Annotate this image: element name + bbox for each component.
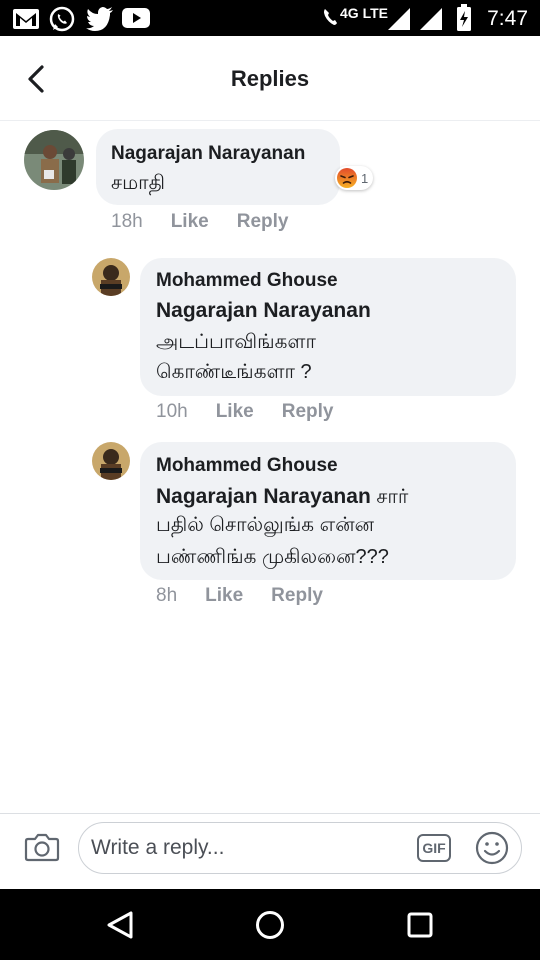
avatar[interactable] [24, 130, 84, 190]
whatsapp-icon [49, 6, 75, 32]
like-button[interactable]: Like [216, 401, 254, 422]
reaction-count: 1 [361, 170, 369, 186]
page-title: Replies [230, 66, 310, 91]
comment-text-line: கொண்டீங்களா ? [156, 361, 312, 383]
comment-time: 10h [156, 401, 188, 422]
youtube-icon [122, 8, 150, 28]
signal-icon [388, 8, 410, 30]
comment-author[interactable]: Mohammed Ghouse [156, 270, 338, 292]
mention-tag[interactable]: Nagarajan Narayanan [156, 485, 371, 508]
avatar[interactable] [92, 442, 130, 480]
reaction-badge[interactable]: 1 [335, 166, 374, 190]
mention-line: Nagarajan Narayanan சார் [156, 482, 408, 512]
reply-placeholder: Write a reply... [91, 836, 225, 859]
mention-tag[interactable]: Nagarajan Narayanan [156, 299, 371, 323]
comment-actions: 10h Like Reply [156, 401, 361, 423]
camera-icon[interactable] [24, 831, 60, 863]
back-nav-icon[interactable] [104, 909, 136, 941]
comment-author[interactable]: Nagarajan Narayanan [111, 143, 305, 165]
comment-time: 18h [111, 211, 143, 232]
comment-actions: 18h Like Reply [111, 211, 316, 233]
signal-icon-2 [420, 8, 442, 30]
call-hd-icon [324, 9, 337, 25]
reply-input[interactable]: Write a reply... GIF [78, 822, 522, 874]
reply-bubble: Mohammed Ghouse Nagarajan Narayanan அடப்… [140, 258, 516, 396]
android-nav-bar [0, 889, 540, 960]
avatar[interactable] [92, 258, 130, 296]
like-button[interactable]: Like [205, 585, 243, 606]
comment-author[interactable]: Mohammed Ghouse [156, 455, 338, 477]
reply-bubble: Mohammed Ghouse Nagarajan Narayanan சார்… [140, 442, 516, 580]
comment-time: 8h [156, 585, 178, 606]
recents-nav-icon[interactable] [405, 910, 435, 940]
twitter-icon [86, 7, 113, 31]
comment-text: சமாதி [111, 172, 166, 194]
status-bar: 4G LTE 7:47 [0, 0, 540, 36]
reply-button[interactable]: Reply [237, 211, 289, 232]
comment-text-line: அடப்பாவிங்களா [156, 331, 316, 353]
gmail-icon [13, 9, 39, 29]
comment-bubble: Nagarajan Narayanan சமாதி [96, 129, 340, 205]
gif-button[interactable]: GIF [417, 834, 451, 862]
clock: 7:47 [487, 7, 528, 30]
comment-text-line: பண்ணிங்க முகிலனை??? [156, 546, 389, 568]
comment-actions: 8h Like Reply [156, 585, 351, 607]
gif-label: GIF [422, 840, 446, 856]
like-button[interactable]: Like [171, 211, 209, 232]
battery-icon [457, 4, 471, 31]
reply-button[interactable]: Reply [271, 585, 323, 606]
header: Replies [0, 36, 540, 121]
reply-button[interactable]: Reply [282, 401, 334, 422]
home-nav-icon[interactable] [254, 909, 286, 941]
network-type-label: 4G LTE [340, 5, 388, 21]
emoji-icon[interactable] [475, 831, 509, 865]
comment-text-line: பதில் சொல்லுங்க என்ன [156, 514, 374, 536]
reply-composer: Write a reply... GIF [0, 813, 540, 890]
angry-reaction-icon [337, 168, 357, 188]
mention-suffix: சார் [370, 486, 409, 508]
